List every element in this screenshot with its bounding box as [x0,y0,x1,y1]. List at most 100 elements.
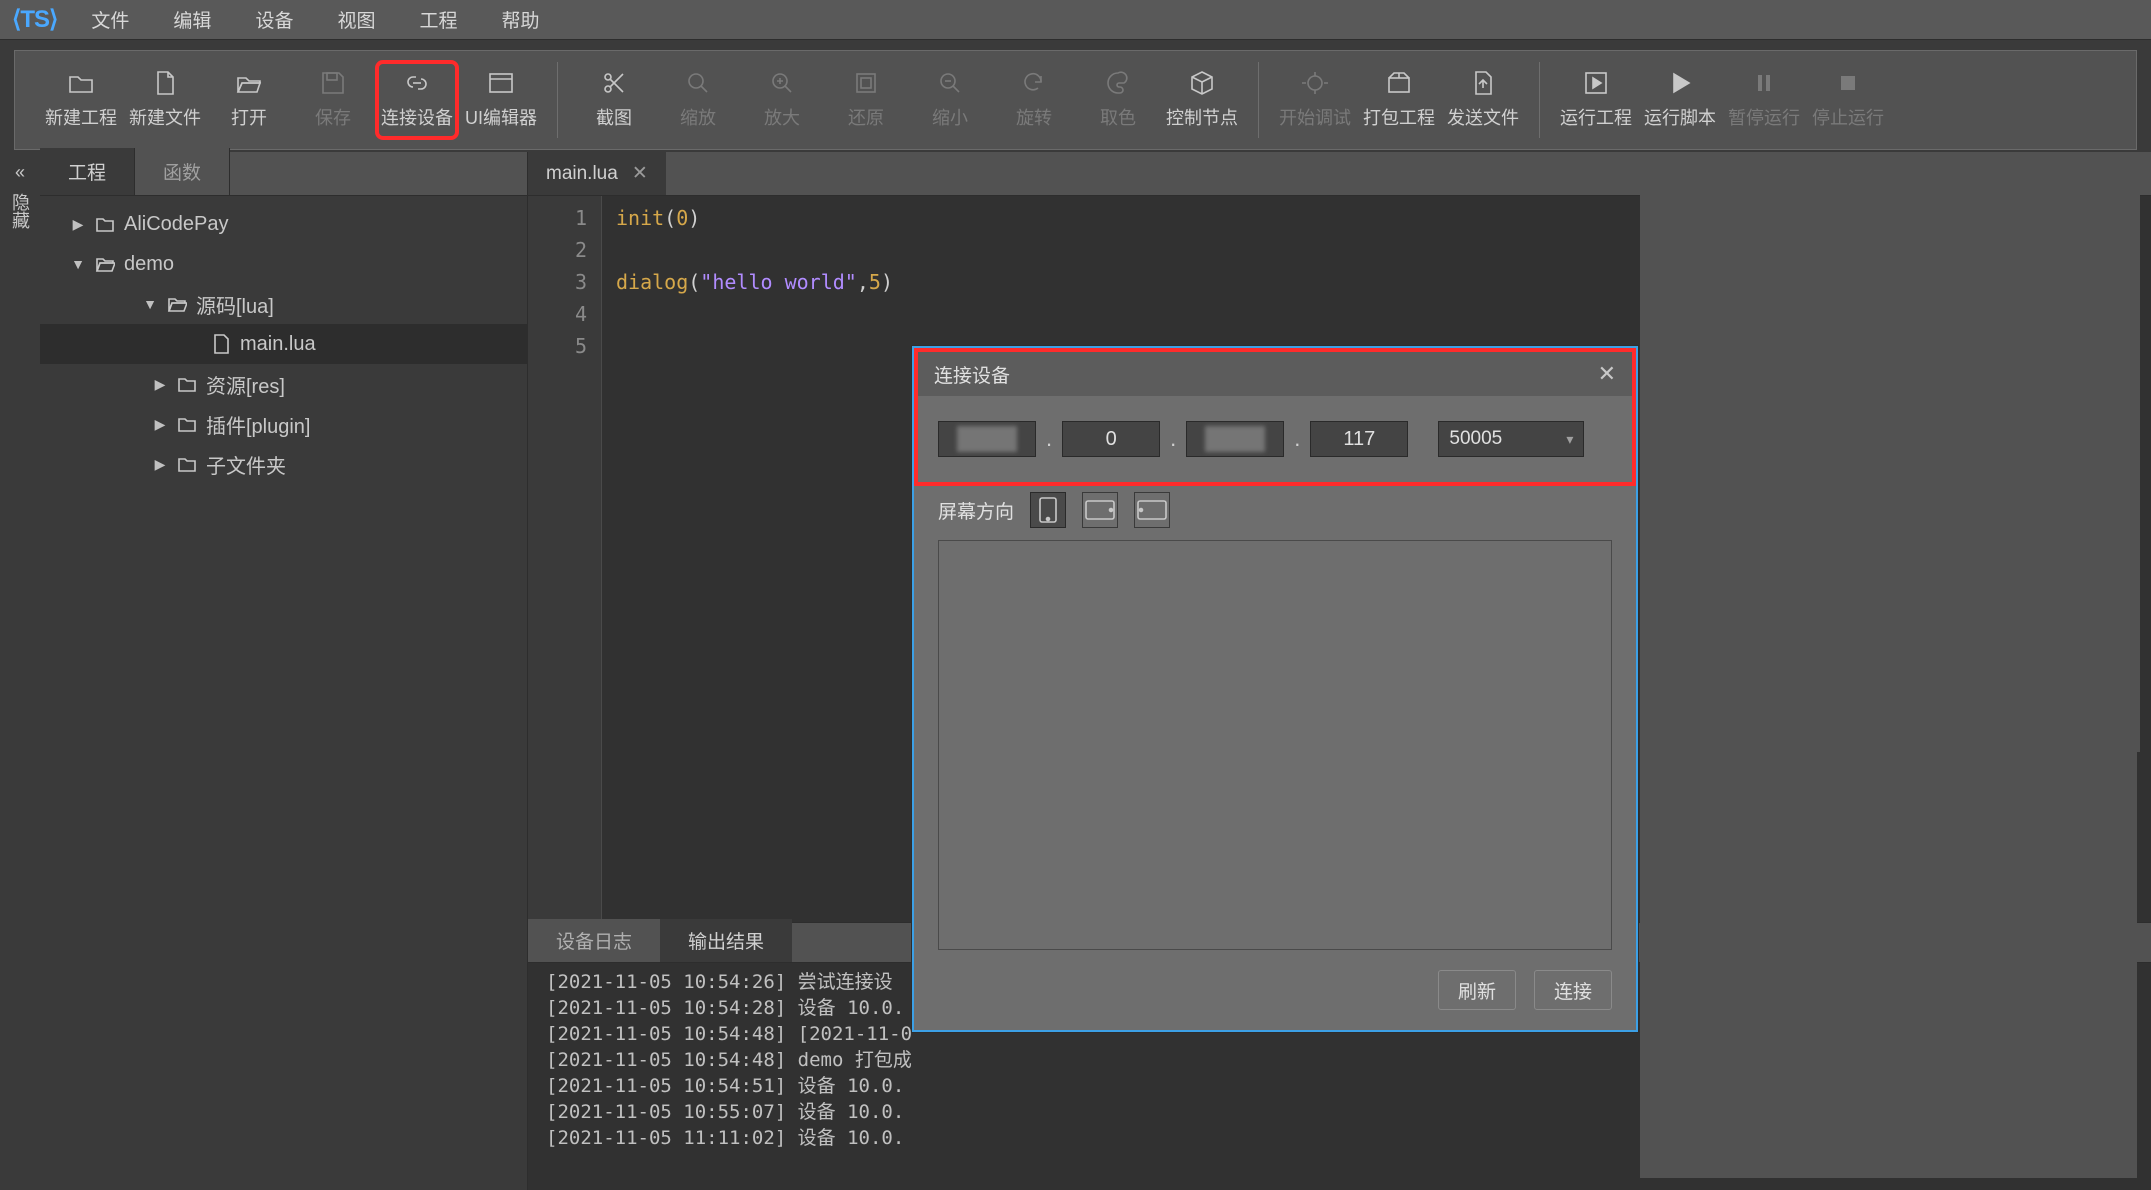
phone-landscape-icon [1085,500,1115,520]
toolbar-label: 新建工程 [45,104,117,130]
sidebar-tab-functions[interactable]: 函数 [135,148,230,195]
run-project-button[interactable]: 运行工程 [1554,60,1638,140]
toolbar-label: 缩放 [680,104,716,130]
disclosure-icon: ▶ [70,216,86,233]
save-button: 保存 [291,60,375,140]
dialog-titlebar[interactable]: 连接设备 ✕ [914,348,1636,396]
chevron-down-icon: ▾ [1566,431,1573,448]
connect-button[interactable]: 连接 [1534,970,1612,1010]
toolbar-label: 控制节点 [1166,104,1238,130]
disclosure-icon: ▶ [152,376,168,393]
menu-device[interactable]: 设备 [233,0,315,39]
open-icon [236,70,262,96]
toolbar-label: 取色 [1100,104,1136,130]
line-gutter: 12345 [528,196,602,922]
toolbar-separator [1539,62,1540,138]
sidebar: 工程 函数 ▶AliCodePay▼demo▼源码[lua]main.lua▶资… [40,152,528,1190]
menu-project[interactable]: 工程 [397,0,479,39]
run-script-button[interactable]: 运行脚本 [1638,60,1722,140]
connect-device-dialog: 连接设备 ✕ . 0 . . 117 50005 ▾ 屏幕方向 刷新 连接 [912,346,1638,1032]
folder-open-icon [94,253,116,275]
tree-item[interactable]: main.lua [40,324,527,364]
orientation-portrait[interactable] [1030,492,1066,528]
ip-segment-4[interactable]: 117 [1310,421,1408,457]
close-icon[interactable]: ✕ [632,162,648,185]
disclosure-icon: ▶ [152,456,168,473]
ip-segment-3[interactable] [1186,421,1284,457]
toolbar-label: 放大 [764,104,800,130]
tree-item[interactable]: ▶ 子文件夹 [40,444,527,484]
dialog-title: 连接设备 [934,361,1010,388]
close-icon[interactable]: ✕ [1598,361,1616,387]
new-file-button[interactable]: 新建文件 [123,60,207,140]
save-icon [320,70,346,96]
output-tab-result[interactable]: 输出结果 [660,919,792,962]
tree-item[interactable]: ▶ AliCodePay [40,204,527,244]
output-tab-device-log[interactable]: 设备日志 [528,919,660,962]
toolbar-label: 还原 [848,104,884,130]
dialog-buttons: 刷新 连接 [914,960,1636,1030]
refresh-button[interactable]: 刷新 [1438,970,1516,1010]
chevron-left-icon: « [0,162,40,183]
toolbar-label: 保存 [315,104,351,130]
rotate-button: 旋转 [992,60,1076,140]
toolbar-label: 运行脚本 [1644,104,1716,130]
screenshot-button[interactable]: 截图 [572,60,656,140]
ui-editor-button[interactable]: UI编辑器 [459,60,543,140]
bug-icon [1302,70,1328,96]
disclosure-icon: ▶ [152,416,168,433]
project-tree: ▶ AliCodePay ▼demo ▼ 源码[lua] main.lua ▶ 资源[res]… [40,196,527,1190]
device-list[interactable] [938,540,1612,950]
ip-dot: . [1168,426,1178,452]
new-project-button[interactable]: 新建工程 [39,60,123,140]
stop-button: 停止运行 [1806,60,1890,140]
tree-item-label: demo [124,253,174,276]
ip-segment-2[interactable]: 0 [1062,421,1160,457]
send-file-button[interactable]: 发送文件 [1441,60,1525,140]
tree-item-label: 资源[res] [206,370,285,399]
toolbar-label: 发送文件 [1447,104,1519,130]
tree-item-label: AliCodePay [124,213,229,236]
toolbar-label: 新建文件 [129,104,201,130]
tree-item[interactable]: ▼ 源码[lua] [40,284,527,324]
folder-icon [176,453,198,475]
tree-item[interactable]: ▶插件[plugin] [40,404,527,444]
editor-tab-label: main.lua [546,163,618,185]
connect-device-button[interactable]: 连接设备 [375,60,459,140]
toolbar-label: 连接设备 [381,104,453,130]
pack-project-button[interactable]: 打包工程 [1357,60,1441,140]
orientation-landscape-right[interactable] [1134,492,1170,528]
toolbar: 新建工程新建文件打开保存连接设备UI编辑器截图缩放放大还原缩小旋转取色控制节点开… [14,50,2137,150]
toolbar-label: 运行工程 [1560,104,1632,130]
port-select[interactable]: 50005 ▾ [1438,421,1584,457]
folder-open-icon [166,293,188,315]
menu-help[interactable]: 帮助 [479,0,561,39]
play-icon [1667,70,1693,96]
ip-dot: . [1292,426,1302,452]
ctrl-node-button[interactable]: 控制节点 [1160,60,1244,140]
tree-item-label: 源码[lua] [196,290,274,319]
tree-item-label: main.lua [240,333,316,356]
toolbar-separator [1258,62,1259,138]
menu-edit[interactable]: 编辑 [151,0,233,39]
app-logo: ⟨TS⟩ [8,5,69,34]
tree-item-label: 子文件夹 [206,450,286,479]
sidebar-tab-project[interactable]: 工程 [40,148,135,195]
sidebar-toggle[interactable]: « 隐藏 [0,152,40,1190]
folder-icon [176,413,198,435]
tree-item[interactable]: ▶ 资源[res] [40,364,527,404]
open-button[interactable]: 打开 [207,60,291,140]
folder-icon [176,373,198,395]
orientation-landscape-left[interactable] [1082,492,1118,528]
menu-bar: ⟨TS⟩ 文件 编辑 设备 视图 工程 帮助 [0,0,2151,40]
toolbar-separator [557,62,558,138]
menu-view[interactable]: 视图 [315,0,397,39]
tree-item[interactable]: ▼demo [40,244,527,284]
disclosure-icon: ▼ [142,296,158,312]
ip-segment-1[interactable] [938,421,1036,457]
box-icon [1386,70,1412,96]
menu-file[interactable]: 文件 [69,0,151,39]
editor-tab-main[interactable]: main.lua ✕ [528,152,666,195]
toolbar-label: 旋转 [1016,104,1052,130]
phone-portrait-icon [1039,497,1057,523]
